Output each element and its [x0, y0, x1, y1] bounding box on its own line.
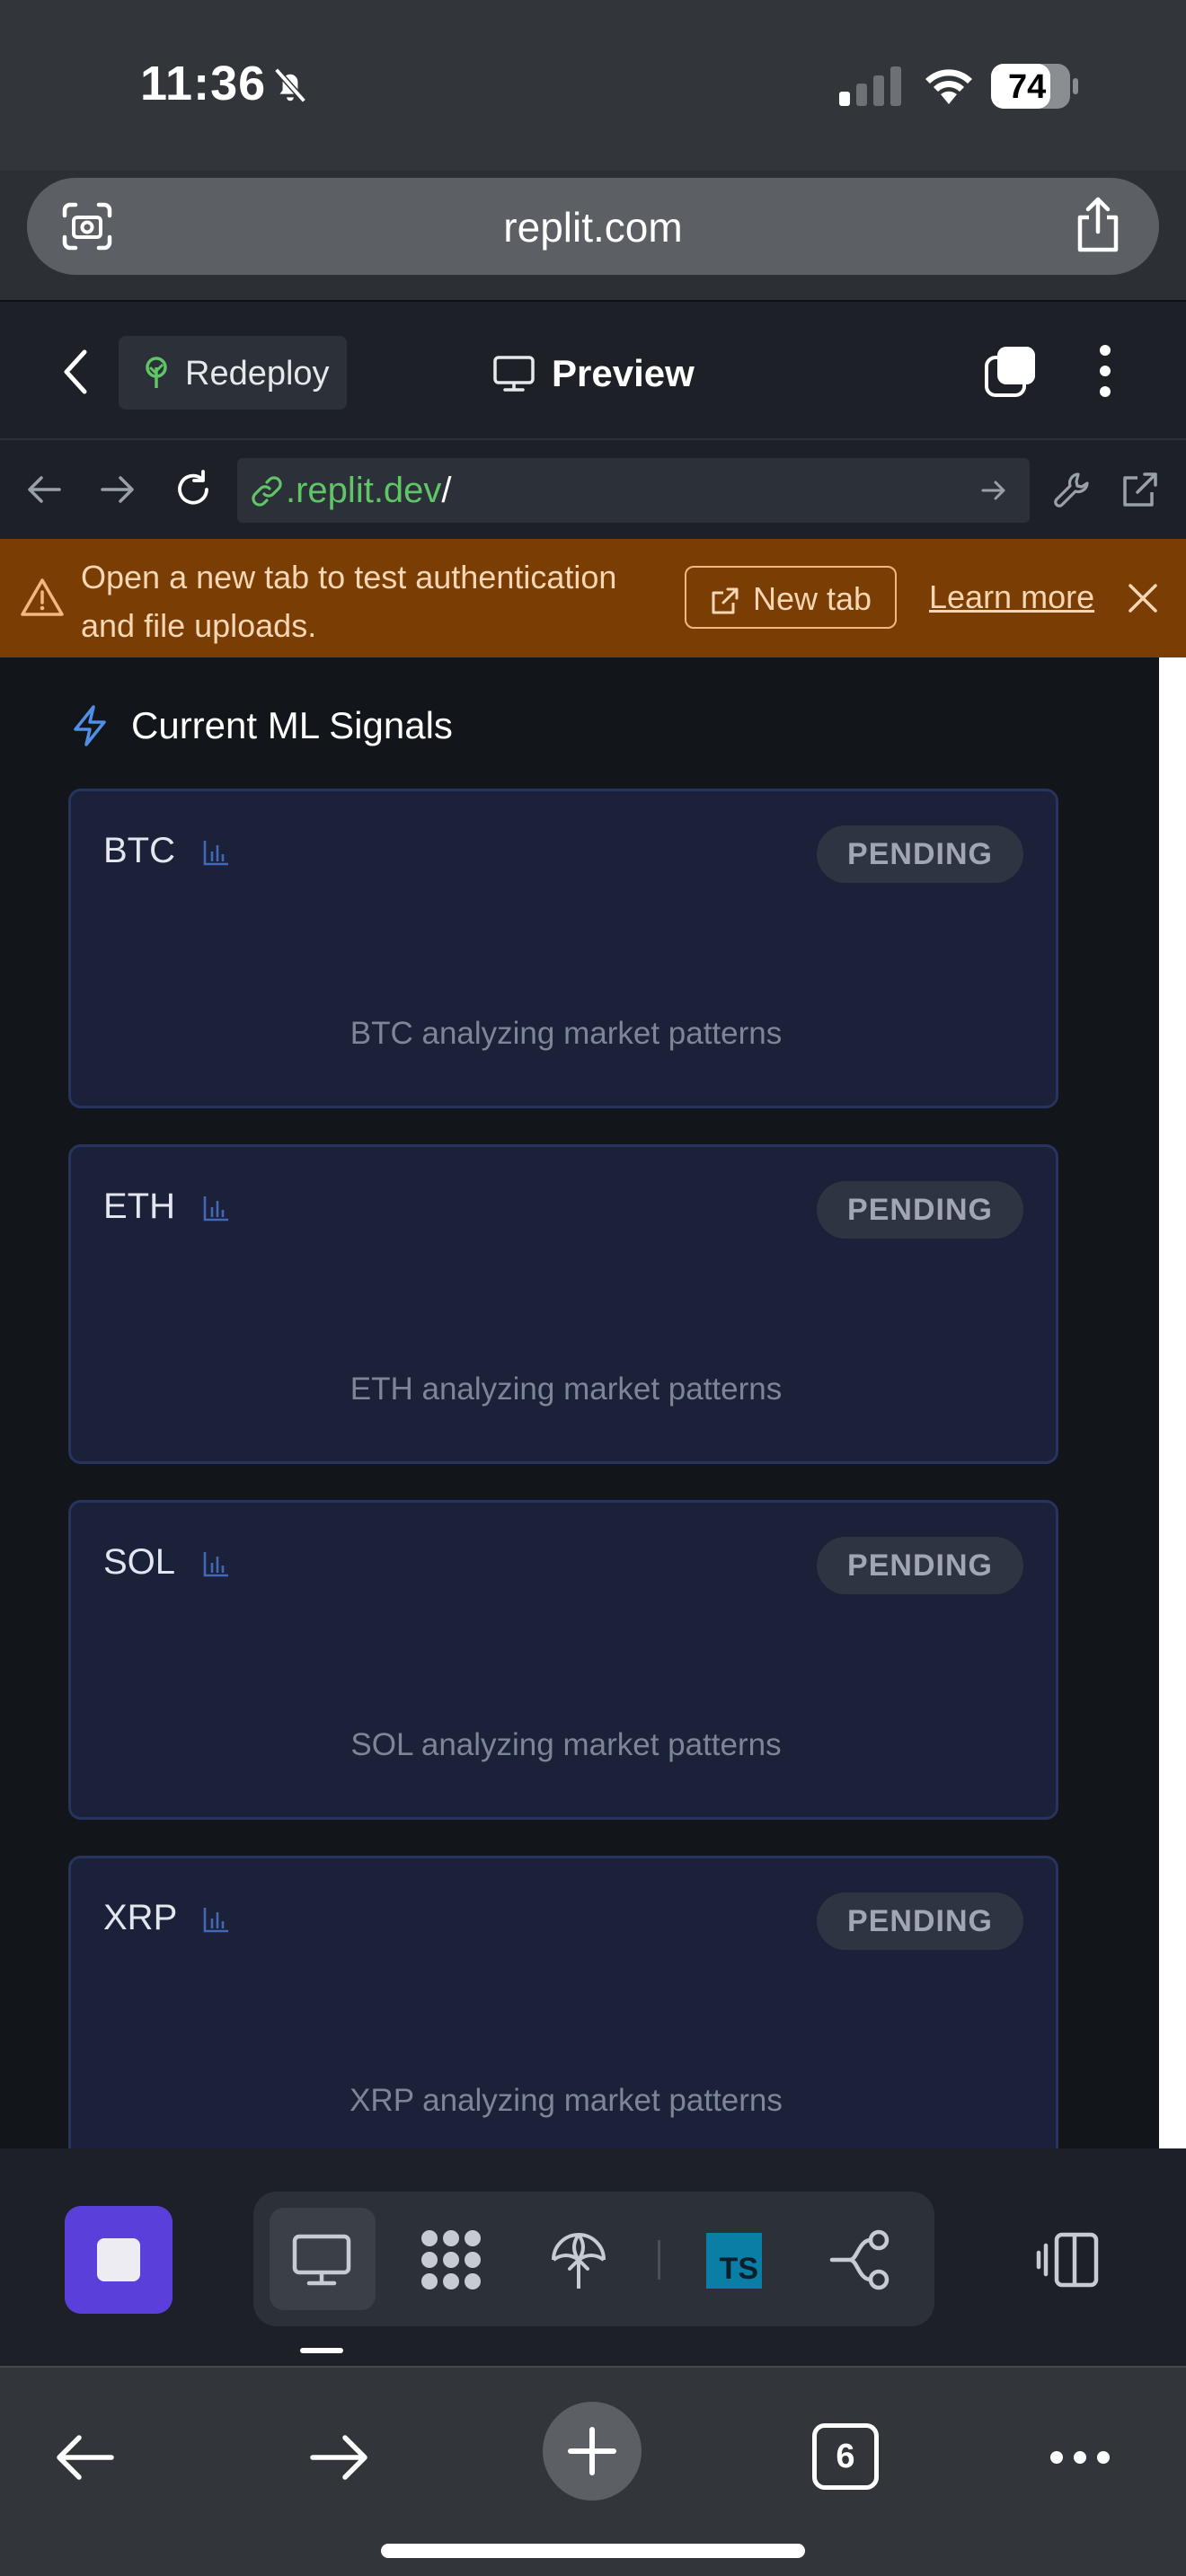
back-chevron-icon[interactable]	[58, 347, 93, 397]
tabs-overview-icon[interactable]	[983, 343, 1039, 399]
nav-forward-arrow-icon[interactable]	[97, 469, 138, 510]
signal-symbol: XRP	[103, 1898, 178, 1937]
preview-monitor-icon[interactable]	[288, 2226, 356, 2294]
open-external-icon[interactable]	[1120, 469, 1161, 510]
replit-app-bar: Redeploy Preview	[0, 300, 1186, 438]
tool-dock: TS	[253, 2192, 934, 2326]
cellular-signal-icon	[839, 66, 901, 106]
bar-chart-icon	[203, 1196, 228, 1222]
monitor-icon	[493, 356, 535, 392]
webview-nav-bar: .replit.dev/	[0, 438, 1186, 539]
redeploy-label: Redeploy	[185, 355, 330, 393]
close-icon[interactable]	[1125, 580, 1161, 616]
banner-message: Open a new tab to test authentication an…	[81, 559, 617, 644]
browser-domain: replit.com	[503, 204, 683, 251]
deployments-icon[interactable]	[544, 2226, 613, 2294]
learn-more-link[interactable]: Learn more	[929, 578, 1094, 616]
warning-icon	[21, 578, 64, 616]
go-arrow-icon[interactable]	[979, 476, 1008, 505]
status-badge: PENDING	[817, 1537, 1023, 1594]
new-tab-plus-button[interactable]	[543, 2402, 642, 2501]
signal-note: BTC analyzing market patterns	[350, 1016, 783, 1051]
home-indicator	[381, 2544, 805, 2558]
status-time: 11:36	[140, 57, 267, 110]
reload-icon[interactable]	[173, 469, 214, 510]
stop-button[interactable]	[65, 2206, 173, 2314]
status-badge: PENDING	[817, 825, 1023, 883]
deploy-tree-icon	[146, 357, 167, 388]
signal-symbol: ETH	[103, 1187, 175, 1226]
nav-back-arrow-icon[interactable]	[23, 469, 65, 510]
status-bar: 11:36 74	[0, 0, 1186, 171]
external-link-icon	[712, 587, 739, 614]
wrench-icon[interactable]	[1051, 469, 1093, 510]
address-domain: .replit.dev	[286, 471, 442, 510]
new-tab-label: New tab	[753, 580, 872, 617]
stop-icon	[97, 2238, 140, 2281]
tab-count-button[interactable]: 6	[812, 2423, 879, 2490]
webview-address-field[interactable]: .replit.dev/	[237, 458, 1030, 523]
signal-note: ETH analyzing market patterns	[350, 1372, 783, 1407]
signal-note: XRP analyzing market patterns	[350, 2083, 783, 2118]
address-path: /	[441, 471, 452, 510]
browser-bottom-bar: 6	[0, 2366, 1186, 2576]
preview-label: Preview	[552, 352, 695, 394]
browser-back-icon[interactable]	[50, 2423, 119, 2492]
status-badge: PENDING	[817, 1181, 1023, 1239]
preview-content: Current ML Signals BTC PENDING BTC analy…	[0, 657, 1159, 2148]
signal-symbol: BTC	[103, 831, 175, 870]
bar-chart-icon	[203, 1552, 228, 1577]
battery-icon: 74	[990, 63, 1080, 110]
browser-forward-icon[interactable]	[305, 2423, 374, 2492]
signal-card-xrp[interactable]: XRP PENDING XRP analyzing market pattern…	[68, 1856, 1058, 2148]
packages-grid-icon[interactable]	[417, 2226, 485, 2294]
preview-title: Preview	[492, 338, 695, 410]
webview-address-text: .replit.dev/	[286, 471, 452, 511]
plus-icon	[568, 2427, 616, 2475]
git-branch-icon[interactable]	[827, 2226, 895, 2294]
scroll-edge	[1159, 657, 1186, 2148]
lightning-icon	[74, 705, 106, 746]
signal-card-eth[interactable]: ETH PENDING ETH analyzing market pattern…	[68, 1144, 1058, 1464]
link-icon	[252, 476, 282, 507]
browser-url-bar[interactable]: replit.com	[27, 178, 1159, 275]
section-header: Current ML Signals	[70, 704, 453, 747]
bar-chart-icon	[203, 841, 228, 866]
signal-note: SOL analyzing market patterns	[350, 1727, 782, 1762]
dock-separator	[658, 2240, 660, 2280]
signal-card-sol[interactable]: SOL PENDING SOL analyzing market pattern…	[68, 1500, 1058, 1820]
signal-card-btc[interactable]: BTC PENDING BTC analyzing market pattern…	[68, 789, 1058, 1108]
signal-symbol: SOL	[103, 1542, 176, 1582]
bar-chart-icon	[203, 1908, 228, 1933]
panel-layout-icon[interactable]	[1033, 2226, 1102, 2294]
ts-badge-text: TS	[719, 2252, 758, 2286]
section-title: Current ML Signals	[131, 704, 453, 746]
battery-level: 74	[1008, 68, 1047, 106]
wifi-icon	[925, 69, 972, 104]
status-badge: PENDING	[817, 1892, 1023, 1950]
auth-warning-banner: Open a new tab to test authentication an…	[0, 539, 1186, 657]
new-tab-button[interactable]: New tab	[685, 566, 897, 629]
more-vertical-icon[interactable]	[1093, 343, 1118, 399]
more-horizontal-icon[interactable]	[1048, 2448, 1112, 2466]
replit-toolbar: TS	[0, 2148, 1186, 2366]
share-icon[interactable]	[1073, 196, 1123, 253]
bell-muted-icon	[274, 67, 306, 103]
redeploy-button[interactable]: Redeploy	[119, 336, 347, 410]
active-tab-indicator	[300, 2348, 343, 2353]
typescript-file-icon[interactable]: TS	[706, 2233, 762, 2289]
